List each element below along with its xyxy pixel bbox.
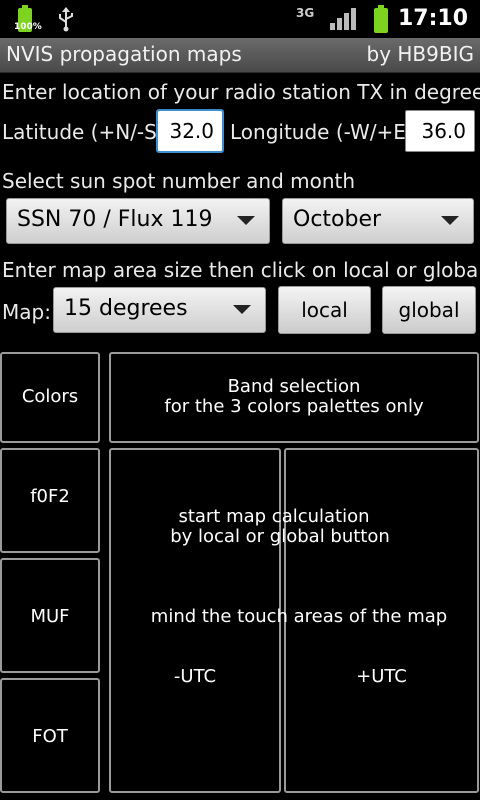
clock: 17:10 xyxy=(397,6,468,31)
map-label: Map: xyxy=(2,300,51,324)
latitude-label: Latitude (+N/-S): xyxy=(2,120,172,144)
battery-charging-icon xyxy=(374,5,388,33)
app-title: NVIS propagation maps xyxy=(6,42,242,66)
minus-utc-label: -UTC xyxy=(173,666,217,687)
battery-percent: 100% xyxy=(14,22,42,32)
month-dropdown[interactable]: October xyxy=(282,198,474,244)
usb-icon xyxy=(59,7,73,32)
ssn-dropdown[interactable]: SSN 70 / Flux 119 xyxy=(6,198,270,244)
title-bar: NVIS propagation maps by HB9BIG xyxy=(0,38,480,73)
status-bar: 100% 3G 17:10 xyxy=(0,0,480,38)
colors-button[interactable]: Colors xyxy=(0,352,100,443)
muf-label: MUF xyxy=(30,606,70,627)
local-button[interactable]: local xyxy=(278,286,371,334)
band-selection-panel[interactable]: Band selection for the 3 colors palettes… xyxy=(109,352,479,443)
touch-areas-hint: mind the touch areas of the map xyxy=(150,606,448,627)
map-prompt: Enter map area size then click on local … xyxy=(2,258,480,282)
map-size-dropdown[interactable]: 15 degrees xyxy=(53,287,266,333)
f0f2-button[interactable]: f0F2 xyxy=(0,448,100,553)
sun-prompt: Select sun spot number and month xyxy=(2,169,356,193)
muf-button[interactable]: MUF xyxy=(0,558,100,673)
plus-utc-label: +UTC xyxy=(356,666,407,687)
map-size-selected-value: 15 degrees xyxy=(64,296,188,321)
band-selection-line1: Band selection xyxy=(227,376,361,397)
band-selection-line2: for the 3 colors palettes only xyxy=(164,396,424,417)
chevron-down-icon xyxy=(441,216,459,225)
global-button[interactable]: global xyxy=(382,286,476,334)
latitude-input[interactable] xyxy=(156,109,224,153)
month-selected-value: October xyxy=(293,207,382,232)
ssn-selected-value: SSN 70 / Flux 119 xyxy=(17,207,213,232)
chevron-down-icon xyxy=(237,216,255,225)
longitude-input[interactable] xyxy=(405,110,475,152)
location-prompt: Enter location of your radio station TX … xyxy=(2,80,480,104)
signal-strength-icon xyxy=(330,8,356,30)
fot-button[interactable]: FOT xyxy=(0,678,100,793)
longitude-label: Longitude (-W/+E): xyxy=(230,120,421,144)
f0f2-label: f0F2 xyxy=(30,486,70,507)
colors-label: Colors xyxy=(21,386,79,407)
calc-hint-line1: start map calculation xyxy=(178,506,370,527)
fot-label: FOT xyxy=(32,726,68,747)
calc-hint-line2: by local or global button xyxy=(170,526,390,547)
app-author: by HB9BIG xyxy=(366,42,475,66)
network-type-label: 3G xyxy=(296,6,315,20)
chevron-down-icon xyxy=(233,305,251,314)
